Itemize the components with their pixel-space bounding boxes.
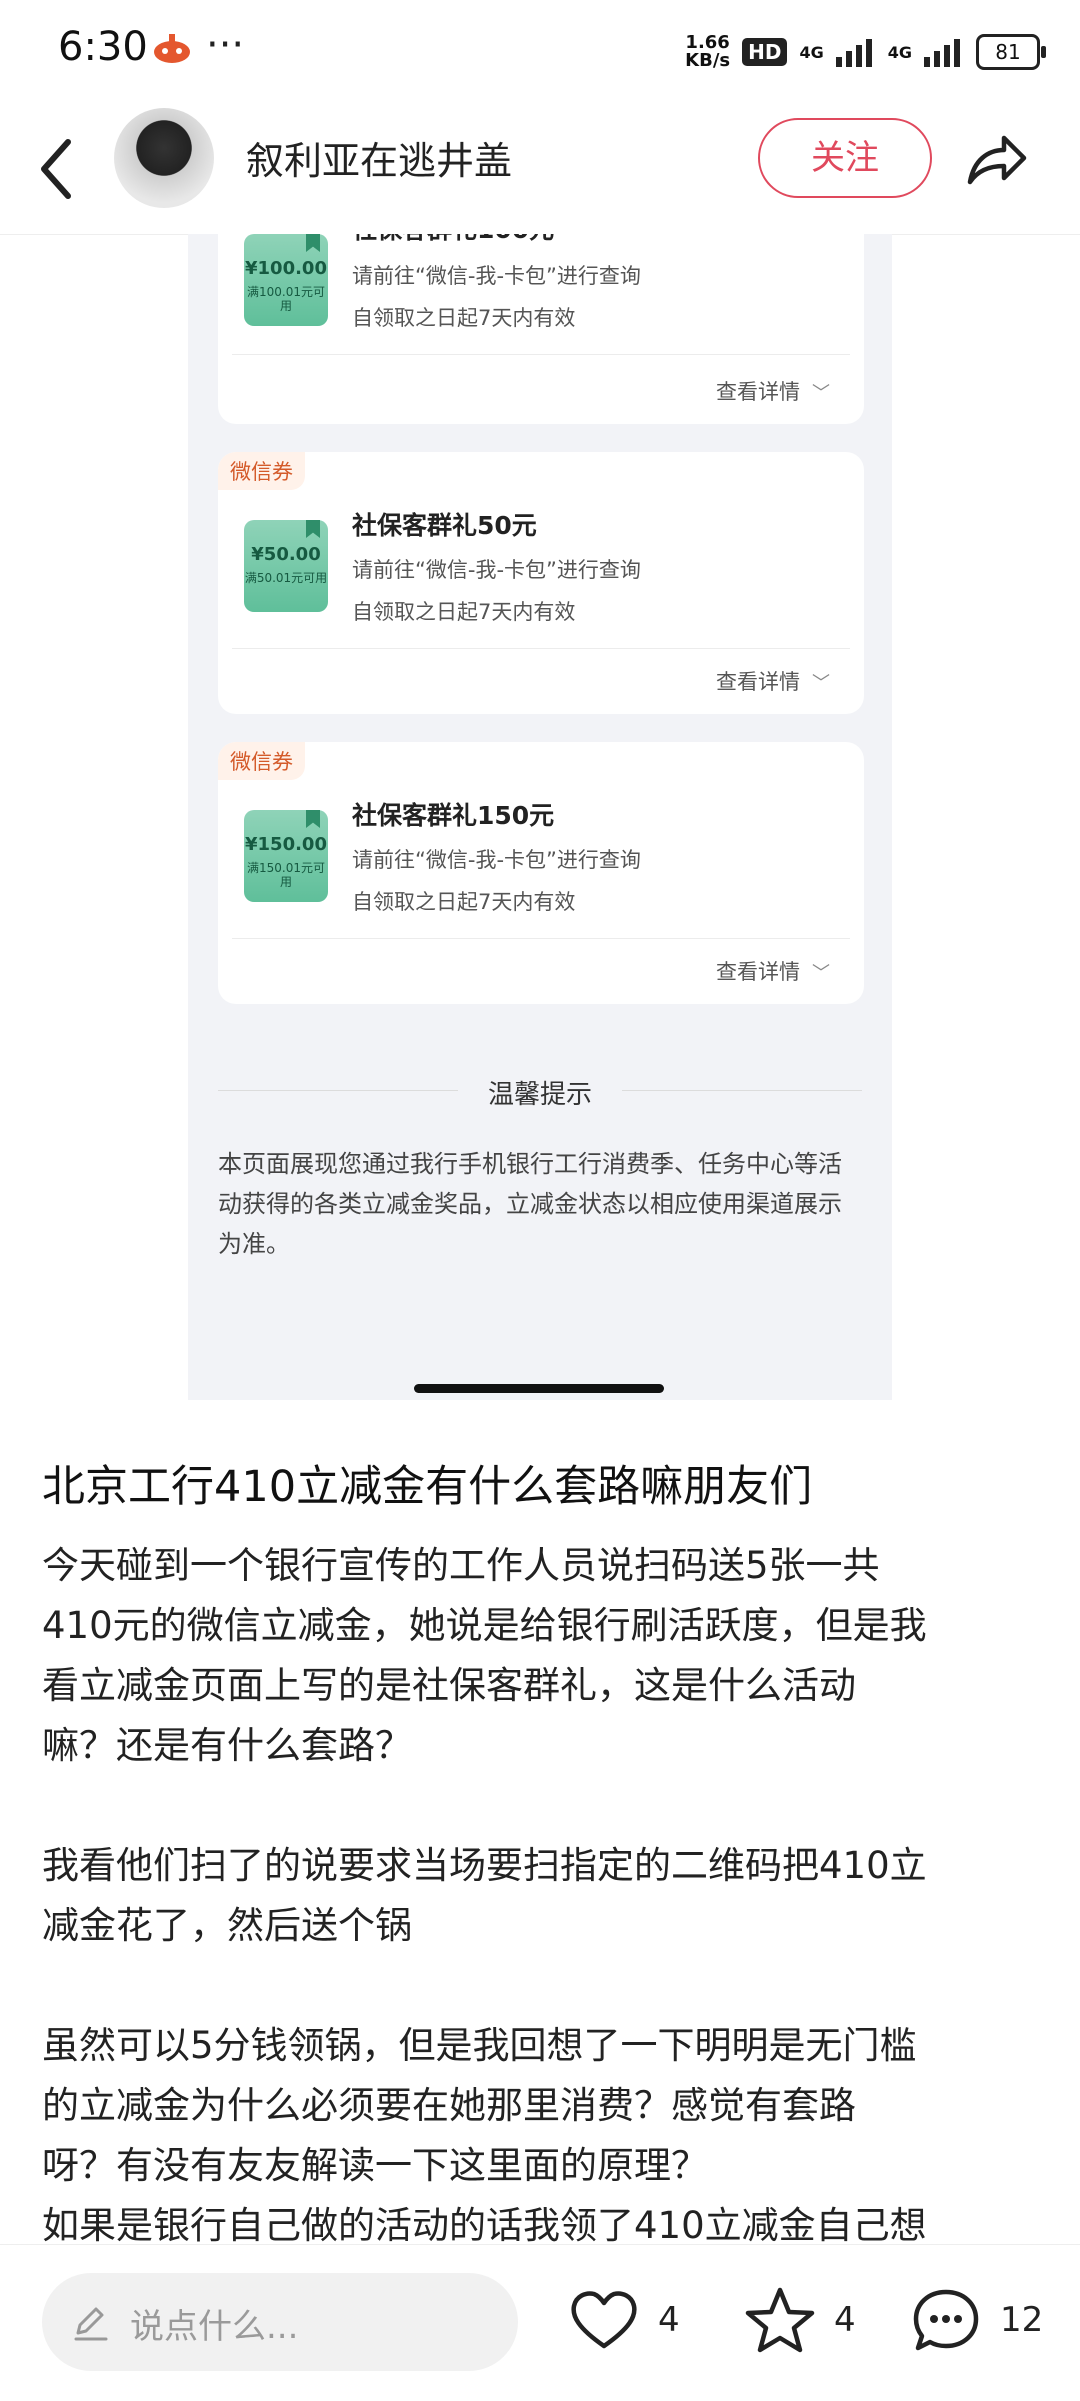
coupon-ticket: ¥50.00 满50.01元可用 bbox=[244, 520, 328, 612]
app-notification-icon bbox=[154, 34, 190, 63]
network-type-2: 4G bbox=[887, 42, 912, 62]
coupon-ticket: ¥150.00 满150.01元可用 bbox=[244, 810, 328, 902]
post-paragraph: 今天碰到一个银行宣传的工作人员说扫码送5张一共 410元的微信立减金，她说是给银… bbox=[42, 1544, 927, 1767]
comment-count: 12 bbox=[1000, 2300, 1044, 2340]
coupon-instruction: 请前往“微信-我-卡包”进行查询 bbox=[352, 558, 641, 582]
favorite-count: 4 bbox=[834, 2300, 856, 2340]
view-details-link: 查看详情 ﹀ bbox=[716, 960, 830, 984]
back-arrow-icon[interactable] bbox=[34, 134, 78, 204]
share-icon[interactable] bbox=[964, 126, 1030, 192]
post-header: 叙利亚在逃井盖 关注 bbox=[0, 104, 1080, 235]
chevron-down-icon: ﹀ bbox=[812, 963, 830, 984]
coupon-validity: 自领取之日起7天内有效 bbox=[352, 600, 576, 624]
coupon-ticket: ¥100.00 满100.01元可用 bbox=[244, 234, 328, 326]
network-type-1: 4G bbox=[799, 42, 824, 62]
view-details-link: 查看详情 ﹀ bbox=[716, 380, 830, 404]
view-details-link: 查看详情 ﹀ bbox=[716, 670, 830, 694]
author-name[interactable]: 叙利亚在逃井盖 bbox=[246, 130, 512, 185]
chevron-down-icon: ﹀ bbox=[812, 383, 830, 404]
post-title: 北京工行410立减金有什么套路嘛朋友们 bbox=[42, 1462, 813, 1512]
post-image[interactable]: ¥100.00 满100.01元可用 社保客群礼100元 请前往“微信-我-卡包… bbox=[188, 234, 892, 1400]
signal-icon-1 bbox=[835, 39, 872, 67]
signal-icon-2 bbox=[924, 39, 960, 67]
coupon-card: ¥100.00 满100.01元可用 社保客群礼100元 请前往“微信-我-卡包… bbox=[218, 234, 864, 424]
tip-text: 本页面展现您通过我行手机银行工行消费季、任务中心等活动获得的各类立减金奖品，立减… bbox=[218, 1150, 842, 1258]
pencil-icon bbox=[74, 2307, 108, 2341]
hd-icon: HD bbox=[742, 38, 788, 66]
more-notifications-icon: ··· bbox=[206, 22, 245, 68]
status-bar: 6:30 ··· 1.66 KB/s HD 4G 4G 81 bbox=[0, 0, 1080, 104]
comment-button[interactable]: 12 bbox=[910, 2285, 1043, 2355]
comment-placeholder: 说点什么... bbox=[130, 2307, 299, 2347]
chevron-down-icon: ﹀ bbox=[812, 673, 830, 694]
coupon-validity: 自领取之日起7天内有效 bbox=[352, 890, 576, 914]
tip-title: 温馨提示 bbox=[487, 1080, 592, 1110]
post-paragraph: 我看他们扫了的说要求当场要扫指定的二维码把410立 减金花了，然后送个锅 bbox=[42, 1844, 927, 1947]
coupon-title: 社保客群礼100元 bbox=[352, 234, 554, 246]
coupon-instruction: 请前往“微信-我-卡包”进行查询 bbox=[352, 264, 641, 288]
favorite-button[interactable]: 4 bbox=[744, 2285, 856, 2355]
coupon-card: 微信券 ¥50.00 满50.01元可用 社保客群礼50元 请前往“微信-我-卡… bbox=[218, 452, 864, 714]
like-count: 4 bbox=[658, 2300, 680, 2340]
coupon-title: 社保客群礼150元 bbox=[352, 801, 555, 830]
author-avatar[interactable] bbox=[114, 108, 214, 208]
coupon-validity: 自领取之日起7天内有效 bbox=[352, 306, 576, 330]
home-indicator bbox=[414, 1384, 664, 1393]
status-time: 6:30 bbox=[58, 24, 148, 70]
coupon-instruction: 请前往“微信-我-卡包”进行查询 bbox=[352, 848, 641, 872]
wechat-coupon-tag: 微信券 bbox=[218, 742, 305, 780]
coupon-title: 社保客群礼50元 bbox=[352, 511, 537, 540]
coupon-card: 微信券 ¥150.00 满150.01元可用 社保客群礼150元 请前往“微信-… bbox=[218, 742, 864, 1004]
star-icon bbox=[745, 2287, 815, 2353]
heart-icon bbox=[571, 2291, 637, 2349]
divider bbox=[622, 1090, 862, 1091]
comment-icon bbox=[913, 2289, 979, 2351]
follow-button[interactable]: 关注 bbox=[758, 118, 932, 198]
wechat-coupon-tag: 微信券 bbox=[218, 452, 305, 490]
bottom-action-bar: 说点什么... 4 4 12 bbox=[0, 2244, 1080, 2401]
like-button[interactable]: 4 bbox=[568, 2285, 680, 2355]
post-paragraph: 虽然可以5分钱领锅，但是我回想了一下明明是无门槛 的立减金为什么必须要在她那里消… bbox=[42, 2024, 927, 2247]
battery-icon: 81 bbox=[976, 34, 1046, 70]
comment-input[interactable]: 说点什么... bbox=[42, 2273, 518, 2371]
network-speed: 1.66 KB/s bbox=[685, 32, 731, 71]
